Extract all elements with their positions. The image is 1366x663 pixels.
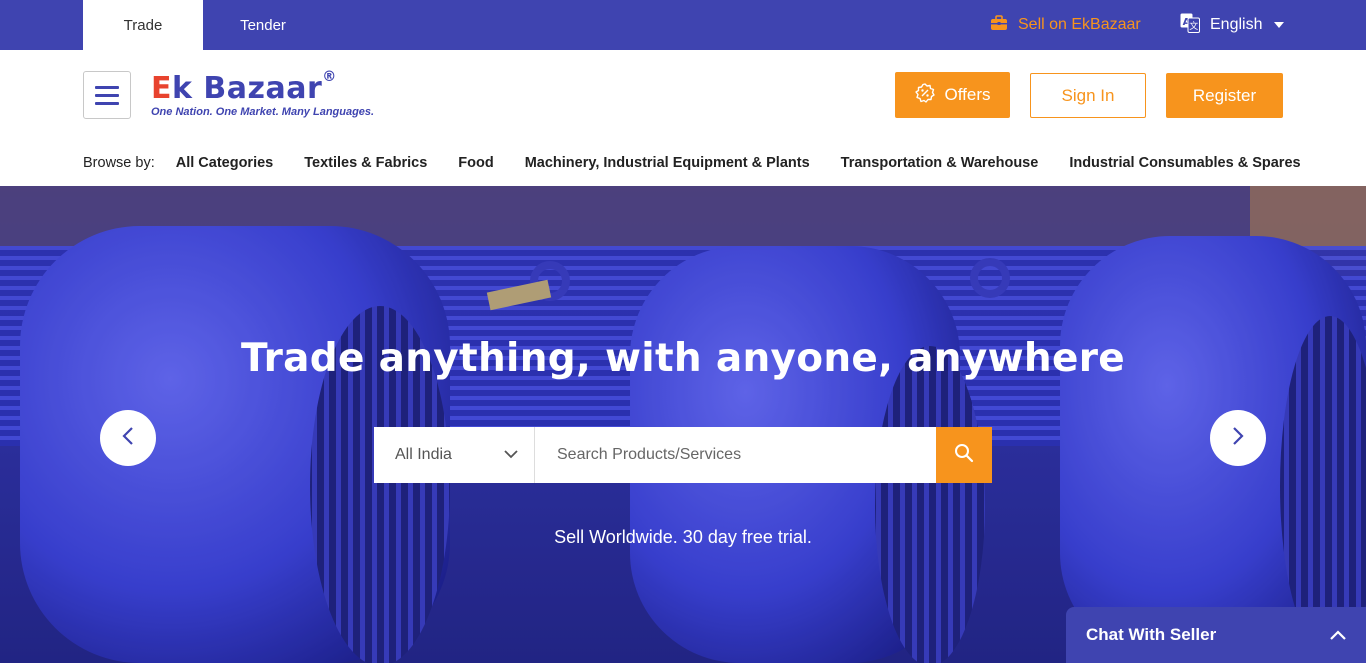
sell-link-label: Sell on EkBazaar <box>1018 16 1141 33</box>
chevron-down-icon <box>504 446 518 464</box>
language-selector[interactable]: A 文 English <box>1180 0 1285 50</box>
hero-banner: Trade anything, with anyone, anywhere Al… <box>0 186 1366 663</box>
register-button[interactable]: Register <box>1166 73 1283 118</box>
browse-categories-bar: Browse by: All Categories Textiles & Fab… <box>83 153 1301 173</box>
chat-with-seller-widget[interactable]: Chat With Seller <box>1066 607 1366 663</box>
search-bar: All India <box>374 427 992 483</box>
caret-down-icon <box>1274 22 1285 28</box>
search-button[interactable] <box>936 427 992 483</box>
logo-letter-e: E <box>151 71 172 106</box>
chevron-left-icon <box>122 426 134 450</box>
location-select[interactable]: All India <box>374 427 535 483</box>
search-icon <box>954 443 974 468</box>
offers-button[interactable]: Offers <box>895 72 1010 118</box>
logo-tagline: One Nation. One Market. Many Languages. <box>151 106 375 118</box>
hero-title: Trade anything, with anyone, anywhere <box>241 336 1125 381</box>
discount-icon <box>914 82 935 108</box>
search-input[interactable] <box>535 427 936 483</box>
chat-label: Chat With Seller <box>1086 625 1217 644</box>
category-transportation-warehouse[interactable]: Transportation & Warehouse <box>841 155 1039 171</box>
header: Ek Bazaar® One Nation. One Market. Many … <box>0 50 1366 186</box>
logo-wordmark: Ek Bazaar® <box>151 66 381 106</box>
hamburger-icon <box>95 85 119 89</box>
carousel-prev-button[interactable] <box>100 410 156 466</box>
browse-label: Browse by: <box>83 155 155 171</box>
logo-text: k Bazaar <box>172 71 323 106</box>
chevron-up-icon <box>1330 625 1346 645</box>
hamburger-icon-line <box>95 93 119 97</box>
hamburger-icon-line <box>95 101 119 105</box>
top-bar: Trade Tender Sell on EkBazaar A 文 Englis… <box>0 0 1366 50</box>
translate-icon: A 文 <box>1180 13 1200 38</box>
briefcase-icon <box>990 14 1008 36</box>
hero-background-image <box>0 186 1366 663</box>
category-machinery[interactable]: Machinery, Industrial Equipment & Plants <box>525 155 810 171</box>
category-industrial-consumables[interactable]: Industrial Consumables & Spares <box>1069 155 1300 171</box>
sign-in-button[interactable]: Sign In <box>1030 73 1146 118</box>
language-label: English <box>1210 16 1263 33</box>
hero-subtitle: Sell Worldwide. 30 day free trial. <box>554 527 812 547</box>
ekbazaar-logo[interactable]: Ek Bazaar® One Nation. One Market. Many … <box>151 66 381 118</box>
category-textiles-fabrics[interactable]: Textiles & Fabrics <box>304 155 427 171</box>
tab-trade[interactable]: Trade <box>83 0 203 50</box>
category-food[interactable]: Food <box>458 155 493 171</box>
registered-mark: ® <box>322 69 337 85</box>
category-all-categories[interactable]: All Categories <box>176 155 274 171</box>
offers-label: Offers <box>944 85 991 104</box>
tab-tender[interactable]: Tender <box>203 0 323 50</box>
carousel-next-button[interactable] <box>1210 410 1266 466</box>
location-value: All India <box>395 446 452 463</box>
hamburger-menu-button[interactable] <box>83 71 131 119</box>
chevron-right-icon <box>1232 426 1244 450</box>
svg-text:文: 文 <box>1189 20 1198 32</box>
sell-on-ekbazaar-link[interactable]: Sell on EkBazaar <box>990 0 1141 50</box>
